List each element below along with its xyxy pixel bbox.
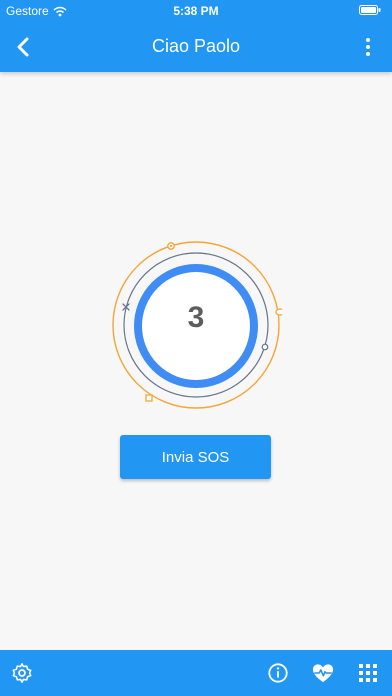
settings-button[interactable] <box>10 661 34 685</box>
top-app-bar: Gestore 5:38 PM Ciao Paolo <box>0 0 392 72</box>
orbit-dot-center-icon <box>169 244 173 248</box>
countdown-dial[interactable]: 3 <box>110 238 285 410</box>
status-time: 5:38 PM <box>173 4 219 18</box>
app-header: Ciao Paolo <box>0 22 392 72</box>
info-button[interactable] <box>266 661 290 685</box>
send-sos-button[interactable]: Invia SOS <box>120 435 271 479</box>
apps-button[interactable] <box>356 661 380 685</box>
status-bar: Gestore 5:38 PM <box>0 0 392 22</box>
page-title: Ciao Paolo <box>151 36 241 56</box>
orbit-square-icon <box>145 394 153 402</box>
more-options-button[interactable] <box>356 34 380 60</box>
gear-icon <box>12 663 32 683</box>
screen: Gestore 5:38 PM Ciao Paolo 3 Invia SOS <box>0 0 392 696</box>
bottom-toolbar <box>0 650 392 696</box>
heart-pulse-icon <box>312 664 334 683</box>
orbit-circle-icon <box>261 343 269 351</box>
countdown-value: 3 <box>187 301 205 334</box>
grid-icon <box>359 664 377 682</box>
info-icon <box>268 663 288 683</box>
battery-icon <box>359 5 381 15</box>
more-vertical-icon <box>366 38 370 56</box>
health-button[interactable] <box>311 661 335 685</box>
